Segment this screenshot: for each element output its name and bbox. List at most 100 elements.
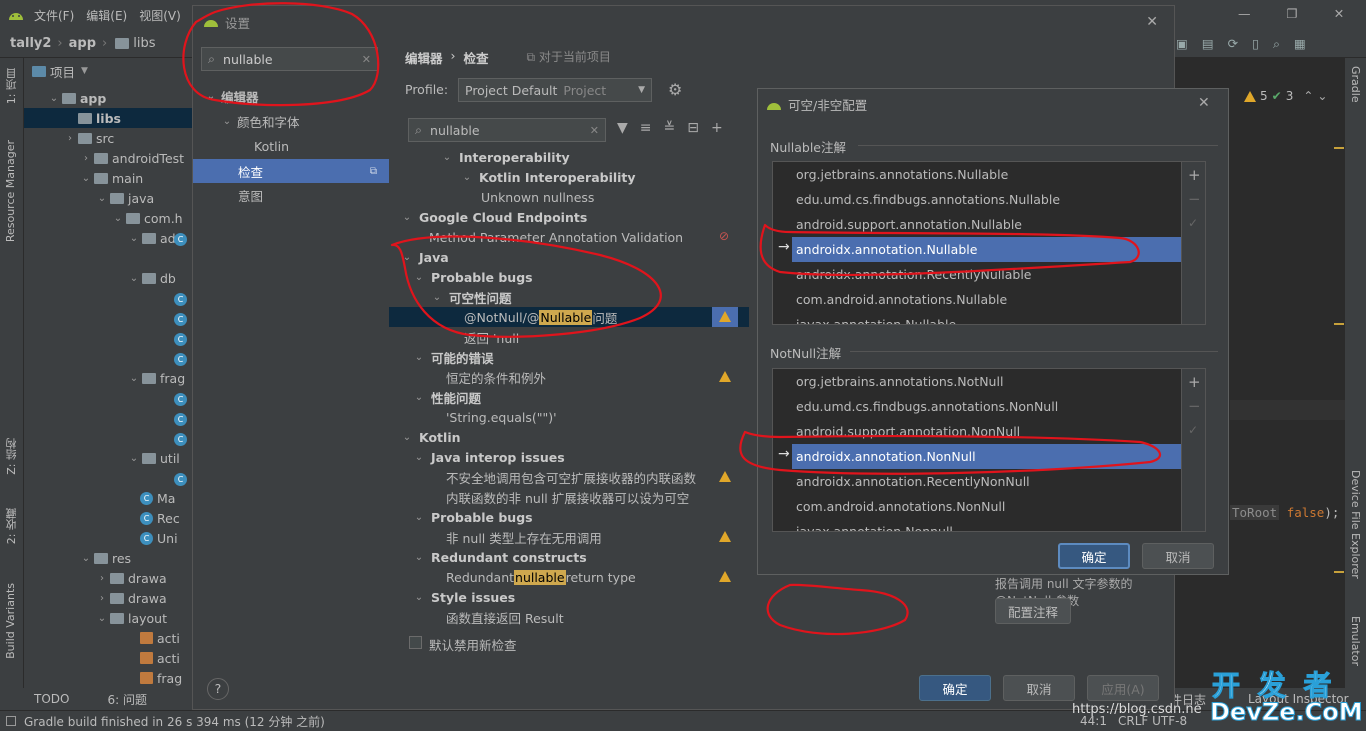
status-toggle-icon[interactable]	[6, 716, 16, 726]
class-icon[interactable]: C	[174, 433, 187, 446]
code-editor[interactable]: 5 ✔ 3 ⌃ ⌄ ToRoot false);	[1230, 85, 1345, 685]
chevron-down-icon[interactable]: ⌄	[413, 392, 425, 403]
annotation-item[interactable]: edu.umd.cs.findbugs.annotations.NonNull	[773, 394, 1183, 419]
configure-annotations-button[interactable]: 配置注释	[995, 598, 1071, 624]
nav-kotlin[interactable]: Kotlin	[193, 134, 389, 158]
chevron-down-icon[interactable]: ⌄	[112, 213, 124, 224]
class-icon[interactable]: C	[174, 393, 187, 406]
minimize-icon[interactable]: —	[1238, 6, 1251, 24]
annotation-item[interactable]: android.support.annotation.NonNull	[773, 419, 1183, 444]
add-icon[interactable]: +	[1188, 166, 1201, 184]
layout-inspector-tab[interactable]: Layout Inspector	[1248, 692, 1349, 706]
maximize-icon[interactable]: ❐	[1287, 6, 1298, 24]
add-icon[interactable]: +	[711, 120, 723, 136]
chevron-down-icon[interactable]: ⌄	[413, 352, 425, 363]
annotation-item[interactable]: androidx.annotation.NonNull	[792, 444, 1181, 469]
annotation-item[interactable]: javax.annotation.Nonnull	[773, 519, 1183, 531]
nav-inspections[interactable]: 检查 ⧉	[193, 159, 389, 183]
class-icon[interactable]: C	[174, 293, 187, 306]
nullness-cancel-button[interactable]: 取消	[1142, 543, 1214, 569]
breadcrumb-module[interactable]: app	[69, 36, 96, 51]
close-icon[interactable]: ✕	[1146, 14, 1158, 30]
tree-item[interactable]: ⌄ ada	[24, 228, 192, 248]
class-icon[interactable]: C	[174, 473, 187, 486]
project-tool-tab[interactable]: 1: 项目	[4, 68, 20, 104]
favorites-tab[interactable]: 2: 收藏	[4, 508, 20, 544]
tree-item[interactable]: ⌄ main	[24, 168, 192, 188]
chevron-down-icon[interactable]: ⌄	[413, 452, 425, 463]
structure-tab[interactable]: Z: 结构	[4, 438, 20, 475]
clear-search-icon[interactable]: ✕	[362, 53, 371, 66]
class-icon[interactable]: C	[174, 333, 187, 346]
sync-icon[interactable]: ⟳	[1228, 36, 1238, 52]
chevron-down-icon[interactable]: ⌄	[413, 272, 425, 283]
chevron-down-icon[interactable]: ⌄	[128, 273, 140, 284]
inspection-row[interactable]: Method Parameter Annotation Validation	[389, 227, 749, 247]
inspection-widget[interactable]: 5 ✔ 3 ⌃ ⌄	[1244, 89, 1327, 103]
chevron-down-icon[interactable]: ⌄	[80, 173, 92, 184]
close-icon[interactable]: ✕	[1198, 95, 1210, 111]
tree-item[interactable]: › androidTest	[24, 148, 192, 168]
menu-edit[interactable]: 编辑(E)	[86, 7, 127, 24]
gear-icon[interactable]: ⚙	[668, 80, 682, 99]
disable-new-checkbox[interactable]	[409, 636, 422, 649]
reset-icon[interactable]: ⊟	[687, 120, 699, 136]
annotation-item[interactable]: androidx.annotation.RecentlyNonNull	[773, 469, 1183, 494]
class-icon[interactable]: C	[174, 313, 187, 326]
expand-all-icon[interactable]: ≡	[640, 120, 652, 136]
chevron-right-icon[interactable]: ›	[80, 153, 92, 164]
annotation-item[interactable]: org.jetbrains.annotations.Nullable	[773, 162, 1183, 187]
nullable-list[interactable]: org.jetbrains.annotations.Nullable edu.um…	[772, 161, 1206, 325]
check-icon[interactable]: ✓	[1188, 216, 1198, 230]
chevron-down-icon[interactable]: ⌄	[96, 193, 108, 204]
inspection-row[interactable]: ⌄ Google Cloud Endpoints	[389, 207, 749, 227]
inspection-row[interactable]: 函数直接返回 Result	[389, 607, 749, 627]
chevron-down-icon[interactable]: ⌄	[413, 512, 425, 523]
help-button[interactable]: ?	[207, 678, 229, 700]
sdk-icon[interactable]: ▣	[1176, 36, 1188, 52]
chevron-right-icon[interactable]: ›	[96, 573, 108, 584]
todo-tab[interactable]: TODO	[34, 692, 69, 706]
breadcrumb-folder[interactable]: libs	[133, 36, 155, 51]
tree-item[interactable]: frag	[24, 668, 192, 688]
inspection-filter-input[interactable]: nullable	[430, 123, 480, 138]
settings-ok-button[interactable]: 确定	[919, 675, 991, 701]
search-everywhere-icon[interactable]: ⌕	[1273, 36, 1280, 52]
inspection-row[interactable]: Redundant nullable return type	[389, 567, 749, 587]
menu-view[interactable]: 视图(V)	[139, 7, 181, 24]
chevron-down-icon[interactable]: ⌄	[48, 93, 60, 104]
chevron-down-icon[interactable]: ⌄	[431, 292, 443, 303]
profile-select[interactable]: Project Default Project ▼	[458, 78, 652, 102]
chevron-down-icon[interactable]: ⌄	[80, 553, 92, 564]
inspection-row[interactable]: 非 null 类型上存在无用调用	[389, 527, 749, 547]
tree-item[interactable]: ⌄ app	[24, 88, 192, 108]
settings-apply-button[interactable]: 应用(A)	[1087, 675, 1159, 701]
annotation-item[interactable]: com.android.annotations.Nullable	[773, 287, 1183, 312]
project-panel-title[interactable]: 项目	[50, 62, 75, 81]
annotation-item[interactable]: androidx.annotation.RecentlyNullable	[773, 262, 1183, 287]
nav-editor[interactable]: ⌄ 编辑器	[193, 84, 389, 108]
chevron-down-icon[interactable]: ⌄	[128, 453, 140, 464]
chevron-down-icon[interactable]: ⌄	[441, 152, 453, 163]
nav-color-scheme[interactable]: ⌄ 颜色和字体	[193, 109, 389, 133]
chevron-down-icon[interactable]: ⌄	[461, 172, 473, 183]
inspection-row[interactable]: ⌄ Redundant constructs	[389, 547, 749, 567]
tree-item[interactable]: C Ma	[24, 488, 192, 508]
inspection-row[interactable]: ⌄ Interoperability	[389, 147, 749, 167]
clear-filter-icon[interactable]: ✕	[590, 124, 599, 137]
inspection-row[interactable]: ⌄ 性能问题	[389, 387, 749, 407]
nullness-ok-button[interactable]: 确定	[1058, 543, 1130, 569]
chevron-down-icon[interactable]: ⌄	[1317, 89, 1327, 103]
inspection-row[interactable]: ⌄ Style issues	[389, 587, 749, 607]
chevron-down-icon[interactable]: ⌄	[413, 592, 425, 603]
inspection-row[interactable]: ⌄ Java	[389, 247, 749, 267]
inspection-row[interactable]: Unknown nullness	[389, 187, 749, 207]
avd-icon[interactable]: ▤	[1202, 36, 1214, 52]
annotation-item[interactable]: android.support.annotation.Nullable	[773, 212, 1183, 237]
inspection-row[interactable]: ⌄ Kotlin	[389, 427, 749, 447]
settings-search-input[interactable]: nullable	[223, 52, 273, 67]
chevron-down-icon[interactable]: ⌄	[401, 212, 413, 223]
chevron-down-icon[interactable]: ⌄	[401, 432, 413, 443]
inspection-row[interactable]: 不安全地调用包含可空扩展接收器的内联函数	[389, 467, 749, 487]
chevron-down-icon[interactable]: ⌄	[128, 233, 140, 244]
